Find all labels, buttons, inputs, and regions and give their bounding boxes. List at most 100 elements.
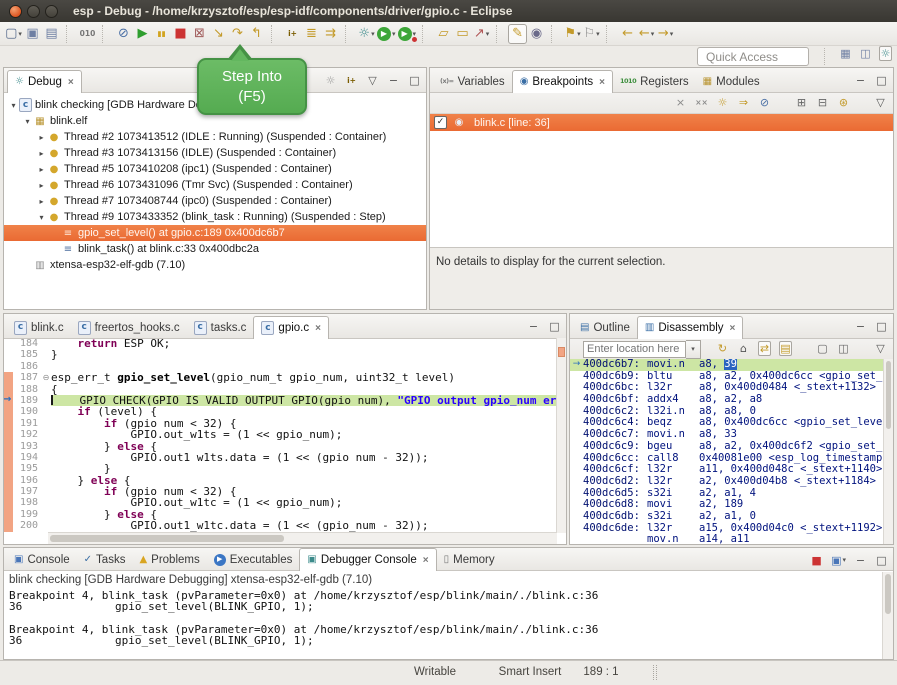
binary-file-button[interactable]: 010 <box>78 24 97 44</box>
tab-tasks-c[interactable]: ctasks.c <box>187 317 254 338</box>
quick-access-input[interactable]: Quick Access <box>697 47 809 66</box>
instruction-stepping-button[interactable]: i+ <box>283 24 302 44</box>
editor-horizontal-scrollbar[interactable] <box>48 532 557 544</box>
skip-all-breakpoints-icon[interactable]: ⊘ <box>758 95 771 110</box>
debug-tree-row[interactable]: ▸●Thread #5 1073410208 (ipc1) (Suspended… <box>4 161 426 177</box>
back-button[interactable]: ←▾ <box>637 24 656 44</box>
chevron-collapsed-icon[interactable]: ▸ <box>36 197 47 206</box>
chevron-collapsed-icon[interactable]: ▸ <box>36 133 47 142</box>
close-tab-icon[interactable]: × <box>599 77 605 88</box>
change-marker[interactable] <box>558 347 565 357</box>
tab-console[interactable]: ▣Console <box>7 549 77 570</box>
maximize-window-button[interactable] <box>45 5 58 18</box>
code-line[interactable]: 192 GPIO.out_w1ts = (1 << gpio_num); <box>4 429 557 440</box>
chevron-collapsed-icon[interactable]: ▸ <box>36 181 47 190</box>
code-line[interactable]: 184 return ESP_OK; <box>4 338 557 349</box>
tab-outline[interactable]: ▤Outline <box>573 317 637 338</box>
link-with-debug-icon[interactable]: ⊛ <box>837 95 850 110</box>
terminate-button[interactable]: ■ <box>171 24 190 44</box>
code-line[interactable]: 197 if (gpio_num < 32) { <box>4 486 557 497</box>
suspend-button[interactable]: ▮▮ <box>152 24 171 44</box>
drop-to-frame-button[interactable]: ⇉ <box>321 24 340 44</box>
tab-freertos-hooks-c[interactable]: cfreertos_hooks.c <box>71 317 187 338</box>
tab-debugger-console[interactable]: ▣Debugger Console× <box>299 548 436 571</box>
instruction-stepping-icon[interactable]: i+ <box>345 73 358 88</box>
display-console-icon[interactable]: ▣▾ <box>831 553 846 568</box>
save-button[interactable]: ▣ <box>23 24 42 44</box>
collapse-all-icon[interactable]: ⊟ <box>816 95 829 110</box>
debug-button[interactable]: ☼▾ <box>357 24 376 44</box>
previous-annotation-button[interactable]: ⚐▾ <box>582 24 601 44</box>
remove-all-breakpoints-icon[interactable]: ×× <box>695 95 708 110</box>
sync-context-icon[interactable]: ⇄ <box>758 341 771 356</box>
location-input[interactable] <box>583 341 686 358</box>
minimize-icon[interactable]: − <box>387 73 400 88</box>
maximize-icon[interactable]: □ <box>408 73 421 88</box>
goto-file-icon[interactable]: ⇒ <box>737 95 750 110</box>
tab-modules[interactable]: ▦Modules <box>696 71 767 92</box>
forward-button[interactable]: →▾ <box>656 24 675 44</box>
debug-tree-row[interactable]: ≡blink_task() at blink.c:33 0x400dbc2a <box>4 241 426 257</box>
code-line[interactable]: 193 } else { <box>4 441 557 452</box>
debug-tree-row[interactable]: ▾▦blink.elf <box>4 113 426 129</box>
tab-problems[interactable]: ▲Problems <box>132 549 206 570</box>
scrollbar-thumb[interactable] <box>886 361 891 429</box>
minimize-icon[interactable]: − <box>854 319 867 334</box>
code-line[interactable]: 196 } else { <box>4 475 557 486</box>
code-line[interactable]: 190 if (level) { <box>4 406 557 417</box>
debug-tree-row[interactable]: ▥xtensa-esp32-elf-gdb (7.10) <box>4 257 426 273</box>
tab-debug[interactable]: ☼Debug× <box>7 70 82 93</box>
show-breakpoints-supported-icon[interactable]: ☼ <box>716 95 729 110</box>
disassembly-line[interactable]: 400dc6de:l32ra15, 0x400d04c0 <_stext+119… <box>570 523 884 535</box>
console-scrollbar[interactable] <box>882 572 893 659</box>
code-editor[interactable]: 184 return ESP_OK;185}186187⊖esp_err_t g… <box>4 338 557 533</box>
disassembly-line[interactable]: →400dc6b7:movi.na8, 39 <box>570 359 884 371</box>
code-line[interactable]: 198 GPIO.out_w1tc = (1 << gpio_num); <box>4 497 557 508</box>
view-menu-icon[interactable]: ▽ <box>874 341 887 356</box>
code-line[interactable]: →189 GPIO_CHECK(GPIO_IS_VALID_OUTPUT_GPI… <box>4 395 557 406</box>
close-tab-icon[interactable]: × <box>68 77 74 88</box>
fold-collapse-icon[interactable]: ⊖ <box>41 372 51 383</box>
chevron-expanded-icon[interactable]: ▾ <box>36 213 47 222</box>
cpp-perspective-button[interactable]: ◫ <box>859 46 872 61</box>
debug-tree-row[interactable]: ▸●Thread #3 1073413156 (IDLE) (Suspended… <box>4 145 426 161</box>
tab-executables[interactable]: ▶Executables <box>207 549 300 570</box>
maximize-icon[interactable]: □ <box>875 553 888 568</box>
debug-tree-row[interactable]: ▸●Thread #7 1073408744 (ipc0) (Suspended… <box>4 193 426 209</box>
code-line[interactable]: 195 } <box>4 463 557 474</box>
minimize-window-button[interactable] <box>27 5 40 18</box>
minimize-icon[interactable]: − <box>854 73 867 88</box>
breakpoint-checkbox[interactable]: ✓ <box>434 116 447 129</box>
chevron-expanded-icon[interactable]: ▾ <box>22 117 33 126</box>
disassembly-line[interactable]: 400dc6d2:l32ra2, 0x400d04b8 <_stext+1184… <box>570 476 884 488</box>
tab-registers[interactable]: 1010Registers <box>613 71 696 92</box>
maximize-icon[interactable]: □ <box>875 73 888 88</box>
code-line[interactable]: 188{ <box>4 384 557 395</box>
open-resource-button[interactable]: ▭ <box>453 24 472 44</box>
skip-all-breakpoints-button[interactable]: ⊘ <box>114 24 133 44</box>
disassembly-line[interactable]: 400dc6bf:addx4a8, a2, a8 <box>570 394 884 406</box>
last-edit-location-button[interactable]: ← <box>618 24 637 44</box>
code-line[interactable]: 199 } else { <box>4 509 557 520</box>
tab-disassembly[interactable]: ▥Disassembly× <box>637 316 743 339</box>
disassembly-listing[interactable]: →400dc6b7:movi.na8, 39400dc6b9:bltua8, a… <box>570 359 884 544</box>
close-button[interactable] <box>9 5 22 18</box>
show-source-icon[interactable]: ▤ <box>779 341 792 356</box>
status-insert-mode[interactable]: Smart Insert <box>487 666 573 678</box>
tab-tasks[interactable]: ✓Tasks <box>77 549 133 570</box>
tab-blink-c[interactable]: cblink.c <box>7 317 71 338</box>
step-into-button[interactable]: ↘ <box>209 24 228 44</box>
expand-all-icon[interactable]: ⊞ <box>795 95 808 110</box>
disassembly-line[interactable]: 400dc6db:s32ia2, a1, 0 <box>570 511 884 523</box>
chevron-expanded-icon[interactable]: ▾ <box>8 101 19 110</box>
close-tab-icon[interactable]: × <box>423 555 429 566</box>
minimize-icon[interactable]: − <box>854 553 867 568</box>
annotation-navigation-button[interactable]: ◉ <box>527 24 546 44</box>
code-line[interactable]: 200 GPIO.out1_w1tc.data = (1 << (gpio_nu… <box>4 520 557 531</box>
step-over-button[interactable]: ↷ <box>228 24 247 44</box>
save-all-button[interactable]: ▤ <box>42 24 61 44</box>
disassembly-line[interactable]: 400dc6c9:bgeua8, a2, 0x400dc6f2 <gpio_se… <box>570 441 884 453</box>
code-line[interactable]: 186 <box>4 361 557 372</box>
debug-tree-row[interactable]: ▸●Thread #6 1073431096 (Tmr Svc) (Suspen… <box>4 177 426 193</box>
show-logical-structure-button[interactable]: ≣ <box>302 24 321 44</box>
